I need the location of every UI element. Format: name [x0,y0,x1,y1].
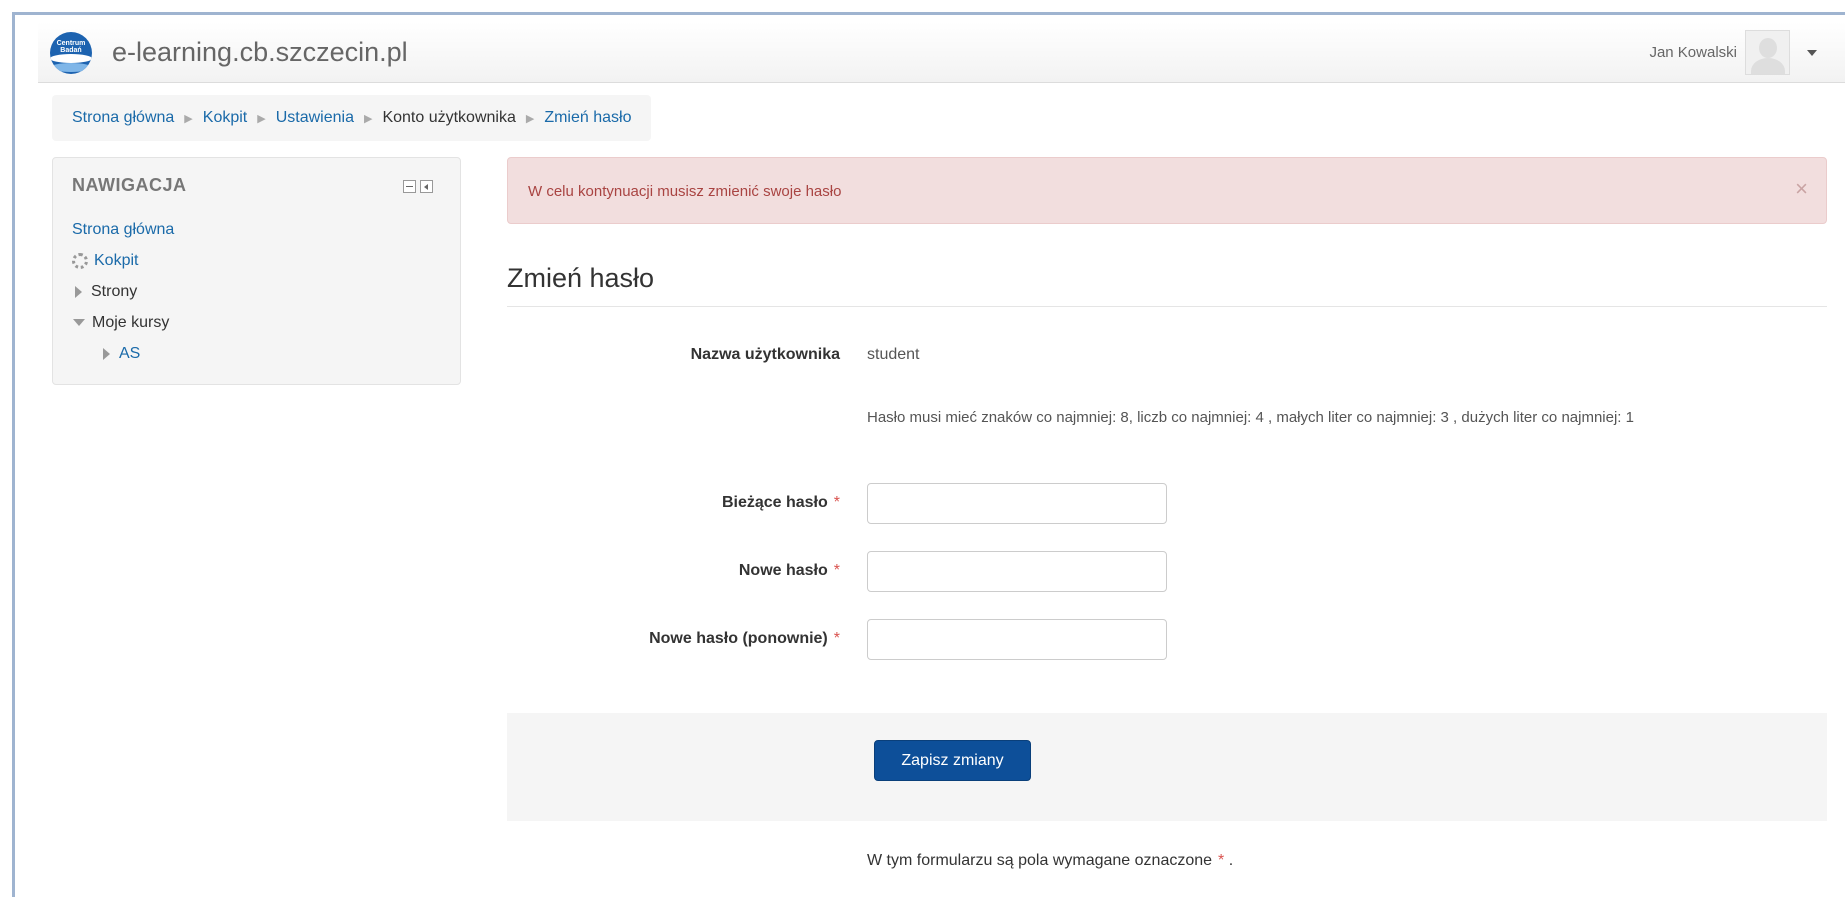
navigation-block: NAWIGACJA Strona główna Kokpit Strony Mo… [52,157,461,385]
form-actions: Zapisz zmiany [507,713,1827,821]
alert-message: W celu kontynuacji musisz zmienić swoje … [528,183,842,200]
user-menu-caret-icon[interactable] [1807,50,1817,56]
new-password-again-input[interactable] [867,619,1167,660]
new-password-label: Nowe hasło * [739,562,840,580]
nav-item-pages[interactable]: Strony [72,276,174,307]
navigation-title: NAWIGACJA [72,175,187,195]
site-name-link[interactable]: e-learning.cb.szczecin.pl [112,37,408,68]
nav-item-dashboard: Kokpit [72,245,174,276]
nav-item-home: Strona główna [72,214,174,245]
username-label: Nazwa użytkownika [691,346,840,364]
title-divider [507,306,1827,307]
page-title: Zmień hasło [507,263,655,293]
breadcrumb-item-account: Konto użytkownika [382,109,516,126]
required-mark: * [833,562,840,579]
nav-item-course-as[interactable]: AS [72,338,174,369]
breadcrumb-item-dashboard[interactable]: Kokpit [203,109,247,127]
required-note-period: . [1228,852,1234,869]
password-policy: Hasło musi mieć znaków co najmniej: 8, l… [867,409,1634,426]
current-password-label-text: Bieżące hasło [721,494,828,511]
nav-item-my-courses-label: Moje kursy [92,313,170,331]
breadcrumb-item-change-password[interactable]: Zmień hasło [544,109,631,127]
block-dock-icon[interactable] [420,180,433,193]
new-password-again-label: Nowe hasło (ponownie) * [649,630,840,648]
navbar: Centrum Badań e-learning.cb.szczecin.pl … [38,22,1845,83]
required-mark: * [833,630,840,647]
nav-item-dashboard-link[interactable]: Kokpit [94,252,138,270]
nav-item-my-courses[interactable]: Moje kursy [72,307,174,338]
breadcrumb-separator-icon: ▶ [257,112,266,125]
current-password-input[interactable] [867,483,1167,524]
current-password-label: Bieżące hasło * [722,494,840,512]
dashboard-icon [72,252,88,269]
user-name[interactable]: Jan Kowalski [1649,44,1737,61]
breadcrumb-separator-icon: ▶ [363,112,373,125]
nav-item-pages-label: Strony [91,282,138,300]
breadcrumb-item-home[interactable]: Strona główna [72,109,174,127]
required-note-text: W tym formularzu są pola wymagane oznacz… [867,852,1213,869]
navigation-list: Strona główna Kokpit Strony Moje kursy A… [72,214,174,369]
block-hide-icon[interactable] [403,180,416,193]
new-password-again-label-text: Nowe hasło (ponownie) [649,630,828,647]
collapse-icon[interactable] [73,319,85,326]
nav-item-home-link[interactable]: Strona główna [72,221,174,239]
required-mark: * [833,494,840,511]
breadcrumb-separator-icon: ▶ [525,112,535,125]
expand-icon[interactable] [103,347,110,360]
required-mark: * [1218,852,1225,869]
username-label-text: Nazwa użytkownika [690,346,840,363]
required-fields-note: W tym formularzu są pola wymagane oznacz… [867,852,1233,870]
password-change-alert: W celu kontynuacji musisz zmienić swoje … [507,157,1827,224]
site-logo[interactable]: Centrum Badań [50,32,92,74]
new-password-input[interactable] [867,551,1167,592]
expand-icon[interactable] [75,285,82,298]
new-password-label-text: Nowe hasło [738,562,828,579]
logo-text: Centrum Badań [56,40,86,54]
close-icon[interactable]: × [1795,176,1808,202]
breadcrumb-item-settings[interactable]: Ustawienia [276,109,354,127]
save-changes-button[interactable]: Zapisz zmiany [874,740,1031,781]
username-value: student [867,346,920,363]
avatar[interactable] [1745,30,1790,75]
breadcrumb-separator-icon: ▶ [184,112,193,125]
nav-item-course-as-link[interactable]: AS [119,345,140,363]
breadcrumb: Strona główna ▶ Kokpit ▶ Ustawienia ▶ Ko… [52,95,652,141]
